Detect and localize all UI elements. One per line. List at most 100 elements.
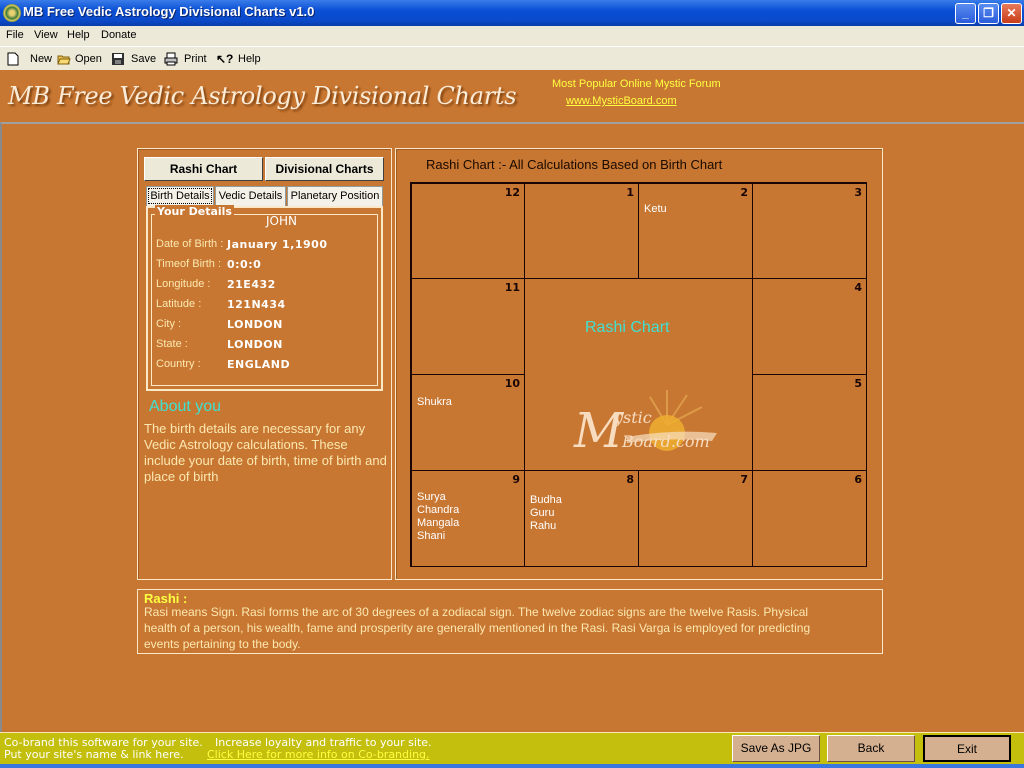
house-number: 5 — [854, 377, 862, 390]
house-5: 5 — [752, 374, 867, 471]
house-7: 7 — [638, 470, 753, 567]
new-button[interactable]: New — [6, 51, 52, 67]
house-number: 8 — [626, 473, 634, 486]
house-planets: Shukra — [417, 396, 452, 409]
house-6: 6 — [752, 470, 867, 567]
menu-help[interactable]: Help — [67, 29, 90, 41]
latitude-value: 121N434 — [227, 298, 286, 311]
info-text: Rasi means Sign. Rasi forms the arc of 3… — [144, 605, 811, 651]
house-number: 4 — [854, 281, 862, 294]
planet-ketu: Ketu — [644, 203, 667, 215]
banner: MB Free Vedic Astrology Divisional Chart… — [0, 70, 1024, 122]
house-1: 1 — [524, 183, 639, 279]
dob-value: January 1,1900 — [227, 238, 328, 251]
save-button[interactable]: Save — [111, 51, 156, 67]
svg-text:ystic: ystic — [613, 408, 652, 427]
house-3: 3 — [752, 183, 867, 279]
new-label: New — [30, 53, 53, 65]
help-label: Help — [238, 53, 261, 65]
country-label: Country : — [156, 358, 201, 370]
open-button[interactable]: Open — [57, 51, 102, 67]
your-details-legend: Your Details — [155, 205, 234, 218]
title-bar: MB Free Vedic Astrology Divisional Chart… — [0, 0, 1024, 26]
mysticboard-link[interactable]: www.MysticBoard.com — [566, 95, 677, 107]
menu-bar: File View Help Donate — [0, 26, 1024, 46]
house-9: 9 Surya Chandra Mangala Shani — [411, 470, 525, 567]
context-help-icon: ↖? — [216, 52, 234, 66]
chart-title: Rashi Chart :- All Calculations Based on… — [426, 157, 723, 172]
minimize-button[interactable]: _ — [955, 3, 976, 24]
close-button[interactable]: ✕ — [1001, 3, 1022, 24]
dob-label: Date of Birth : — [156, 238, 224, 250]
state-value: LONDON — [227, 338, 283, 351]
latitude-label: Latitude : — [156, 298, 202, 310]
forum-tagline: Most Popular Online Mystic Forum — [552, 78, 721, 90]
divisional-charts-button[interactable]: Divisional Charts — [265, 157, 384, 181]
planet-shani: Shani — [417, 530, 446, 542]
house-number: 1 — [626, 186, 634, 199]
planet-mangala: Mangala — [417, 517, 460, 529]
cobrand-info-link[interactable]: Click Here for more info on Co-branding. — [207, 748, 430, 761]
house-2: 2 Ketu — [638, 183, 753, 279]
menu-donate[interactable]: Donate — [101, 29, 136, 41]
chart-center-label: Rashi Chart — [585, 319, 670, 336]
minimize-icon: _ — [962, 6, 969, 20]
menu-view[interactable]: View — [34, 29, 58, 41]
rashi-chart-button[interactable]: Rashi Chart — [144, 157, 263, 181]
planet-budha: Budha — [530, 494, 562, 506]
help-button[interactable]: ↖? Help — [216, 51, 261, 67]
printer-icon — [164, 52, 178, 66]
toolbar: New Open Save Print ↖? Help — [0, 46, 1024, 70]
close-icon: ✕ — [1006, 6, 1017, 20]
planet-chandra: Chandra — [417, 504, 460, 516]
tab-vedic-details[interactable]: Vedic Details — [215, 186, 286, 206]
tab-planetary-position[interactable]: Planetary Position — [287, 186, 383, 206]
house-number: 10 — [504, 377, 520, 390]
tob-value: 0:0:0 — [227, 258, 262, 271]
city-value: LONDON — [227, 318, 283, 331]
house-number: 9 — [512, 473, 520, 486]
house-number: 6 — [854, 473, 862, 486]
house-11: 11 — [411, 278, 525, 375]
house-number: 2 — [740, 186, 748, 199]
house-8: 8 Budha Guru Rahu — [524, 470, 639, 567]
save-as-jpg-button[interactable]: Save As JPG — [732, 735, 820, 762]
floppy-disk-icon — [112, 53, 124, 65]
house-number: 3 — [854, 186, 862, 199]
restore-button[interactable]: ❐ — [978, 3, 999, 24]
open-folder-icon — [57, 55, 71, 65]
exit-button[interactable]: Exit — [923, 735, 1011, 762]
save-label: Save — [131, 53, 157, 65]
print-button[interactable]: Print — [164, 51, 207, 67]
planet-guru: Guru — [530, 507, 555, 519]
menu-file[interactable]: File — [6, 29, 24, 41]
house-planets: Budha Guru Rahu — [530, 494, 562, 533]
house-planets: Ketu — [644, 203, 667, 216]
house-4: 4 — [752, 278, 867, 375]
app-icon — [3, 4, 21, 22]
new-document-icon — [7, 52, 19, 66]
longitude-value: 21E432 — [227, 278, 276, 291]
house-number: 7 — [740, 473, 748, 486]
mysticboard-watermark-logo: M ystic Board.com — [573, 390, 717, 457]
svg-text:Board.com: Board.com — [621, 432, 710, 451]
window-title: MB Free Vedic Astrology Divisional Chart… — [23, 4, 315, 19]
restore-icon: ❐ — [983, 6, 994, 20]
tab-birth-details[interactable]: Birth Details — [146, 186, 214, 206]
about-you-text: The birth details are necessary for any … — [144, 421, 387, 484]
cobrand-line-2: Put your site's name & link here. — [4, 748, 184, 761]
print-label: Print — [184, 53, 207, 65]
house-planets: Surya Chandra Mangala Shani — [417, 491, 459, 543]
longitude-label: Longitude : — [156, 278, 211, 290]
open-label: Open — [75, 53, 102, 65]
planet-surya: Surya — [417, 491, 446, 503]
country-value: ENGLAND — [227, 358, 291, 371]
about-you-heading: About you — [149, 398, 222, 415]
window-bottom-edge — [0, 764, 1024, 768]
planet-rahu: Rahu — [530, 520, 557, 532]
house-number: 12 — [504, 186, 520, 199]
state-label: State : — [156, 338, 188, 350]
back-button[interactable]: Back — [827, 735, 915, 762]
house-10: 10 Shukra — [411, 374, 525, 471]
tob-label: Timeof Birth : — [156, 258, 221, 270]
